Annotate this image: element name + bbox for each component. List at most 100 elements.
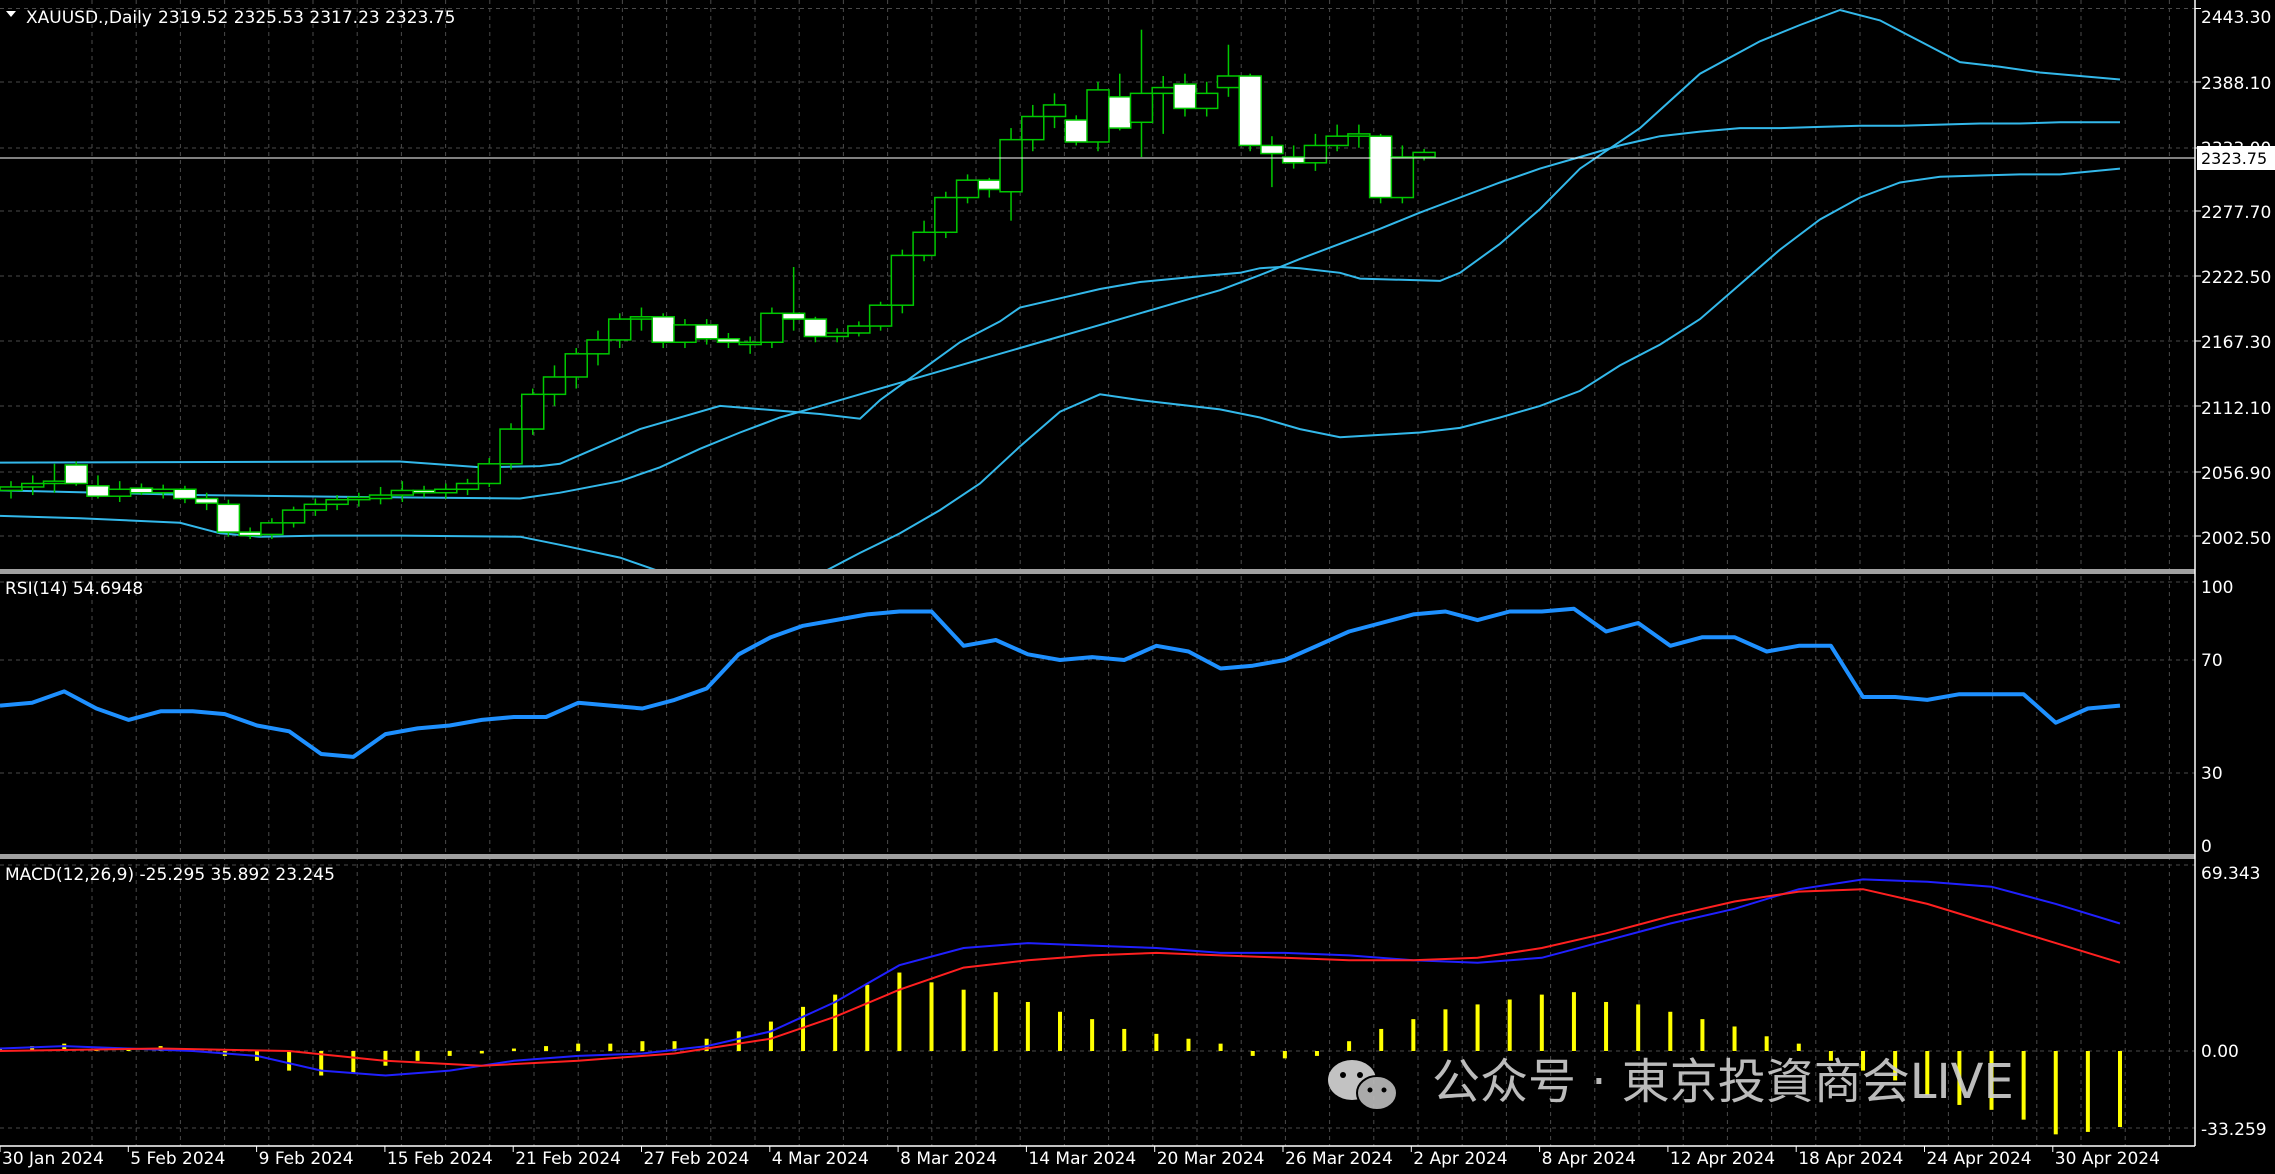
- macd-histogram-bar: [1700, 1019, 1705, 1051]
- macd-histogram-bar: [1475, 1004, 1480, 1051]
- rsi-axis-label: 0: [2201, 837, 2212, 857]
- macd-histogram-bar: [1604, 1001, 1609, 1051]
- candle-body-bull: [1303, 144, 1328, 164]
- macd-histogram-bar: [1090, 1019, 1095, 1051]
- candle-body-bear: [216, 503, 241, 533]
- candle[interactable]: [651, 313, 675, 349]
- time-axis-label: 5 Feb 2024: [130, 1149, 225, 1169]
- macd-histogram-bar: [1636, 1004, 1641, 1051]
- candle-body-bull: [477, 463, 502, 485]
- candle-body-bull: [738, 341, 762, 346]
- macd-axis-label: 69.343: [2201, 864, 2260, 884]
- candle-body-bull: [955, 179, 980, 199]
- time-axis-label: 30 Apr 2024: [2055, 1149, 2160, 1169]
- candle-body-bull: [607, 318, 632, 341]
- macd-histogram-bar: [1314, 1051, 1319, 1056]
- candle[interactable]: [521, 388, 545, 435]
- candle-body-bull: [847, 325, 871, 334]
- time-axis-label: 21 Feb 2024: [515, 1149, 621, 1169]
- candle-body-bull: [999, 138, 1023, 193]
- candle-body-bear: [781, 312, 806, 320]
- candle-body-bear: [1368, 135, 1393, 199]
- macd-histogram-bar: [383, 1051, 388, 1066]
- macd-histogram-bar: [1218, 1043, 1223, 1051]
- time-axis-label: 9 Feb 2024: [259, 1149, 354, 1169]
- macd-histogram-bar: [2021, 1051, 2026, 1120]
- candle-body-bull: [1347, 133, 1371, 137]
- pane-separator-1[interactable]: [0, 569, 2195, 574]
- macd-histogram-bar: [1379, 1028, 1384, 1051]
- candle[interactable]: [216, 499, 241, 537]
- candle[interactable]: [868, 301, 893, 331]
- macd-histogram-bar: [1571, 992, 1576, 1051]
- candle[interactable]: [1086, 81, 1110, 152]
- candle-body-bull: [1325, 135, 1349, 147]
- candle-body-bear: [1107, 96, 1132, 129]
- price-axis-label: 2167.30: [2201, 333, 2271, 353]
- macd-histogram-bar: [1507, 999, 1512, 1051]
- candle-body-bull: [760, 312, 784, 343]
- candle-body-bear: [651, 316, 675, 343]
- candle[interactable]: [760, 307, 784, 349]
- candle-body-bull: [542, 376, 567, 396]
- macd-histogram-bar: [736, 1031, 741, 1051]
- rsi-axis-label: 70: [2201, 651, 2223, 671]
- macd-histogram-bar: [479, 1051, 484, 1054]
- candle-body-bull: [1151, 86, 1175, 95]
- macd-histogram-bar: [768, 1021, 773, 1051]
- macd-histogram-bar: [2118, 1051, 2122, 1127]
- macd-histogram-bar: [287, 1051, 292, 1071]
- candle-body-bull: [455, 482, 480, 491]
- candle-body-bull: [1129, 92, 1154, 124]
- candle[interactable]: [934, 191, 958, 239]
- macd-histogram-bar: [1058, 1011, 1062, 1051]
- candle[interactable]: [64, 461, 88, 486]
- candle[interactable]: [1064, 115, 1089, 146]
- candle-body-bear: [64, 464, 88, 485]
- candle-body-bull: [1021, 115, 1045, 141]
- macd-histogram-bar: [1764, 1036, 1769, 1051]
- candle-body-bull: [107, 488, 132, 497]
- rsi-axis-label: 100: [2201, 578, 2233, 598]
- time-axis-label: 18 Apr 2024: [1798, 1149, 1903, 1169]
- candle-body-bull: [1412, 151, 1436, 158]
- candle-body-bear: [86, 485, 110, 497]
- candle-body-bull: [673, 324, 697, 343]
- macd-histogram-bar: [415, 1051, 420, 1061]
- time-axis-label: 2 Apr 2024: [1413, 1149, 1507, 1169]
- macd-histogram-bar: [608, 1043, 613, 1051]
- candle-body-bear: [977, 179, 1002, 191]
- macd-histogram-bar: [447, 1051, 452, 1056]
- candle[interactable]: [1238, 73, 1262, 152]
- candle-body-bull: [825, 332, 849, 338]
- price-axis-label: 2222.50: [2201, 268, 2271, 288]
- candle-body-bull: [1390, 156, 1415, 199]
- candle-body-bull: [499, 428, 523, 465]
- candle-body-bear: [716, 338, 741, 343]
- trading-chart[interactable]: XAUUSD.,Daily 2319.52 2325.53 2317.23 23…: [0, 0, 2275, 1174]
- time-axis-label: 12 Apr 2024: [1670, 1149, 1775, 1169]
- pane-separator-2[interactable]: [0, 854, 2195, 859]
- candle[interactable]: [499, 423, 523, 470]
- candle-body-bull: [934, 196, 958, 234]
- time-axis-label: 27 Feb 2024: [644, 1149, 750, 1169]
- time-axis[interactable]: 30 Jan 2024 5 Feb 2024 9 Feb 2024 15 Feb 20…: [0, 1146, 2160, 1169]
- candle-body-bear: [173, 488, 197, 500]
- macd-histogram-bar: [961, 989, 966, 1051]
- macd-histogram-bar: [1443, 1009, 1448, 1051]
- candle-body-bear: [1064, 119, 1089, 143]
- candle-body-bear: [694, 324, 719, 340]
- macd-axis-label: -33.259: [2201, 1120, 2267, 1140]
- macd-histogram-bar: [929, 982, 934, 1051]
- rsi-title: RSI(14) 54.6948: [5, 579, 143, 599]
- macd-histogram-bar: [576, 1043, 581, 1051]
- candle[interactable]: [1368, 133, 1393, 204]
- macd-histogram-bar: [1250, 1051, 1255, 1056]
- candle[interactable]: [890, 249, 915, 314]
- macd-histogram-bar: [544, 1046, 549, 1051]
- macd-histogram-bar: [1539, 994, 1544, 1051]
- candle-body-bull: [912, 231, 936, 257]
- price-axis-label: 2002.50: [2201, 529, 2271, 549]
- candle-body-bear: [1238, 75, 1262, 147]
- time-axis-label: 30 Jan 2024: [2, 1149, 104, 1169]
